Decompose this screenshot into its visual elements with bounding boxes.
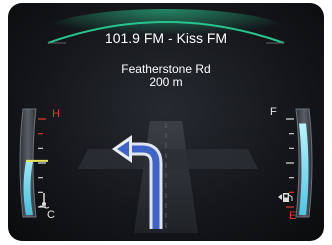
instrument-cluster-image: 101.9 FM - Kiss FM Featherstone Rd 200 m… [0, 0, 332, 245]
temperature-ticks [38, 118, 46, 208]
temperature-gauge [19, 108, 50, 218]
road-scene [78, 121, 258, 233]
cross-road [78, 149, 258, 169]
coolant-temperature-icon [38, 193, 50, 209]
fuel-empty-label: E [289, 210, 297, 222]
radio-station-label: 101.9 FM - Kiss FM [104, 30, 228, 46]
temperature-cold-label: C [47, 209, 55, 221]
next-street-name: Featherstone Rd [121, 62, 211, 76]
fuel-pump-icon [278, 193, 293, 202]
fuel-gauge [278, 108, 313, 218]
fuel-full-label: F [270, 106, 277, 118]
temperature-hot-label: H [52, 108, 60, 120]
cluster-display: 101.9 FM - Kiss FM Featherstone Rd 200 m… [8, 3, 324, 241]
distance-to-turn: 200 m [149, 75, 183, 89]
